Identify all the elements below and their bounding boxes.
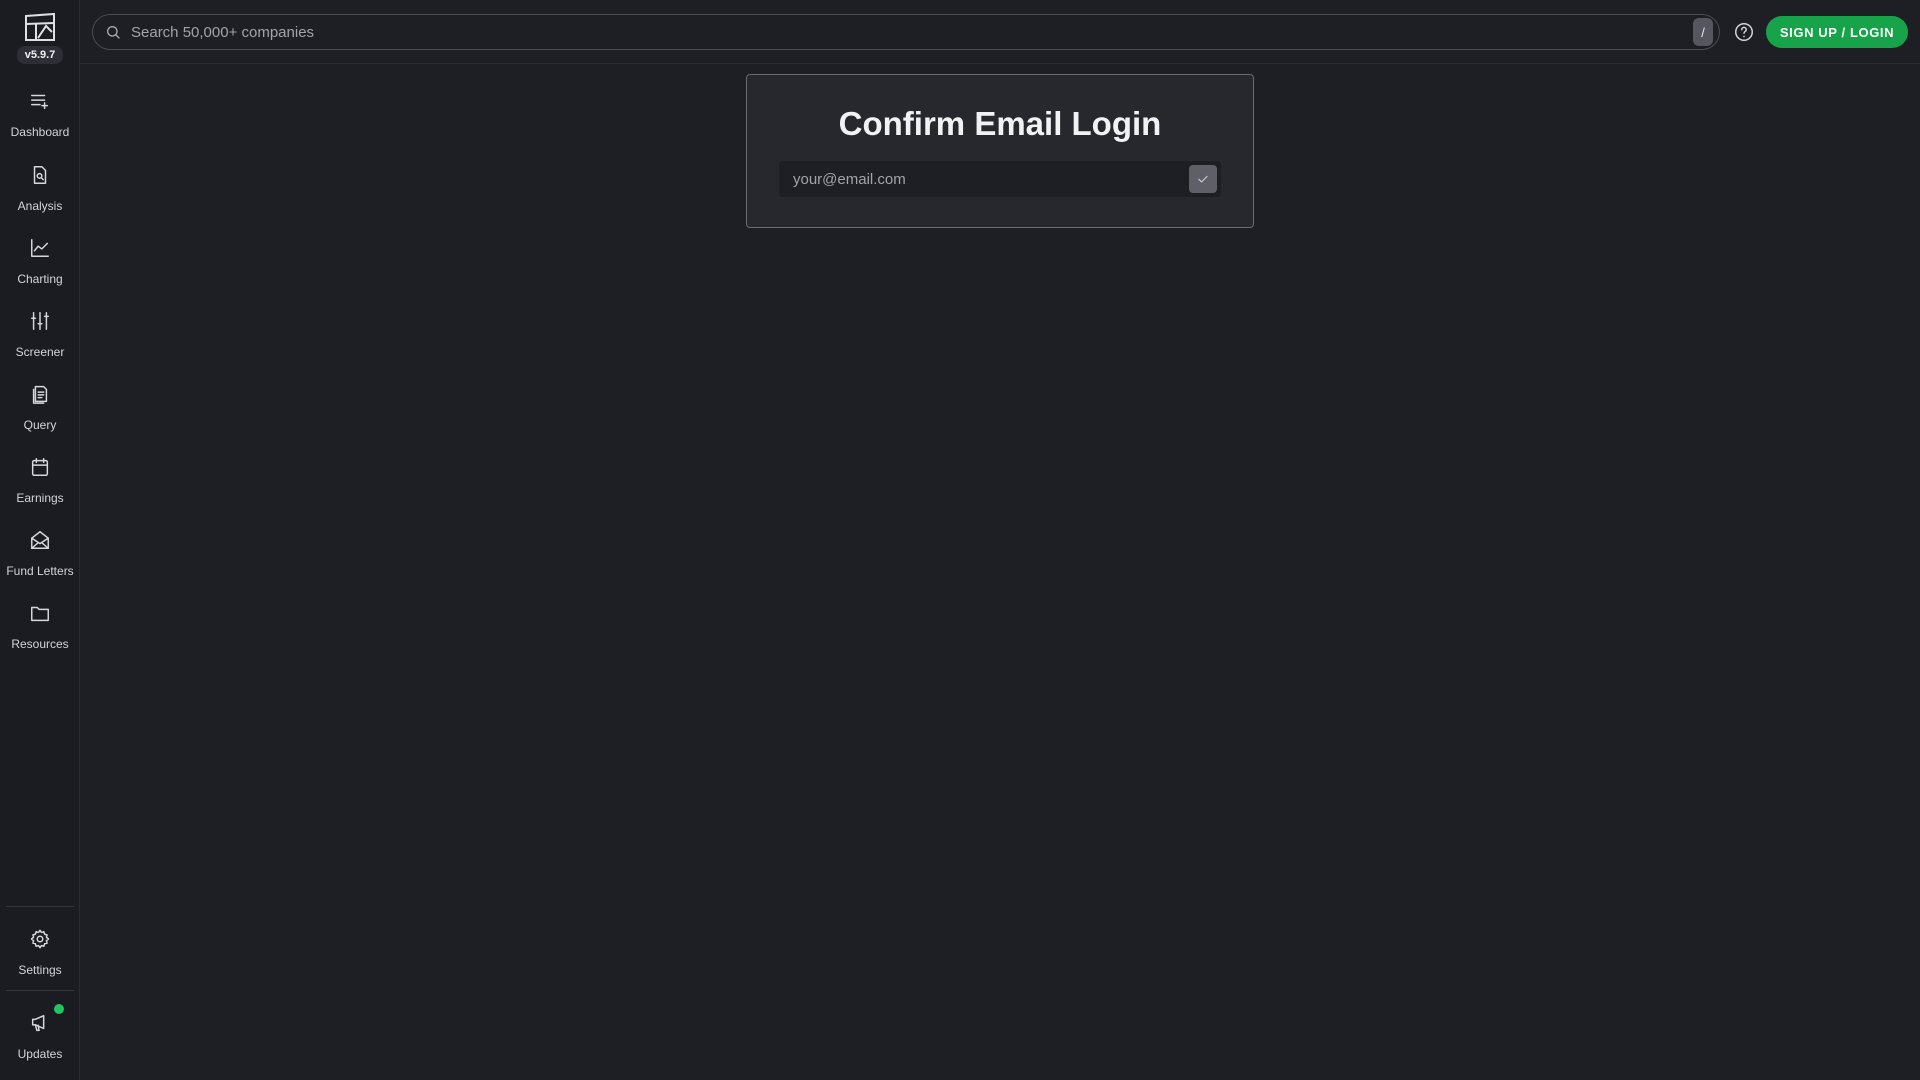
analysis-document-icon	[33, 166, 47, 184]
calendar-icon	[31, 458, 49, 476]
sidebar-item-query[interactable]: Query	[0, 383, 80, 447]
sidebar-item-dashboard[interactable]: Dashboard	[0, 90, 80, 154]
gear-icon	[30, 929, 50, 949]
sidebar-item-resources[interactable]: Resources	[0, 602, 80, 666]
search-shortcut-key: /	[1693, 18, 1713, 46]
email-field[interactable]	[791, 162, 1189, 196]
top-bar: / SIGN UP / LOGIN	[80, 0, 1920, 64]
sidebar-item-label: Analysis	[17, 199, 63, 213]
email-input-row	[779, 161, 1221, 197]
sidebar-divider	[6, 906, 74, 907]
version-badge: v5.9.7	[16, 46, 64, 64]
sliders-icon	[31, 312, 49, 330]
search-bar[interactable]: /	[92, 14, 1720, 50]
sidebar-item-label: Updates	[17, 1047, 63, 1061]
sidebar: v5.9.7 Dashboard Analysis Charting Scree…	[0, 0, 80, 1080]
check-icon	[1198, 175, 1208, 183]
dashboard-icon	[31, 94, 49, 110]
card-title: Confirm Email Login	[838, 105, 1162, 142]
confirm-email-button[interactable]	[1189, 165, 1217, 193]
sidebar-item-earnings[interactable]: Earnings	[0, 456, 80, 520]
sidebar-item-updates[interactable]: Updates	[0, 1004, 80, 1076]
search-icon	[107, 26, 120, 39]
sidebar-divider	[6, 990, 74, 991]
query-document-icon	[32, 385, 48, 404]
confirm-email-card: Confirm Email Login	[746, 74, 1254, 228]
sidebar-item-label: Dashboard	[10, 125, 70, 139]
sidebar-item-label: Query	[23, 418, 57, 432]
sidebar-item-label: Earnings	[16, 491, 64, 505]
search-input[interactable]	[129, 17, 1693, 47]
sidebar-item-charting[interactable]: Charting	[0, 237, 80, 301]
help-button[interactable]	[1732, 20, 1756, 44]
sidebar-item-label: Charting	[17, 272, 63, 286]
help-circle-icon	[1735, 23, 1753, 41]
sidebar-item-settings[interactable]: Settings	[0, 928, 80, 992]
sidebar-item-label: Fund Letters	[6, 564, 74, 578]
megaphone-icon	[31, 1014, 45, 1032]
notification-dot	[54, 1004, 64, 1014]
sidebar-item-label: Resources	[11, 637, 69, 651]
sidebar-item-analysis[interactable]: Analysis	[0, 164, 80, 228]
folder-icon	[31, 606, 49, 622]
logo-icon	[25, 12, 55, 41]
sidebar-item-label: Settings	[18, 963, 62, 977]
app-logo[interactable]: v5.9.7	[0, 10, 80, 64]
signup-login-button[interactable]: SIGN UP / LOGIN	[1766, 16, 1908, 48]
envelope-open-icon	[31, 531, 49, 549]
sidebar-item-fund-letters[interactable]: Fund Letters	[0, 529, 80, 593]
sidebar-item-label: Screener	[15, 345, 65, 359]
line-chart-icon	[31, 239, 49, 257]
sidebar-item-screener[interactable]: Screener	[0, 310, 80, 374]
